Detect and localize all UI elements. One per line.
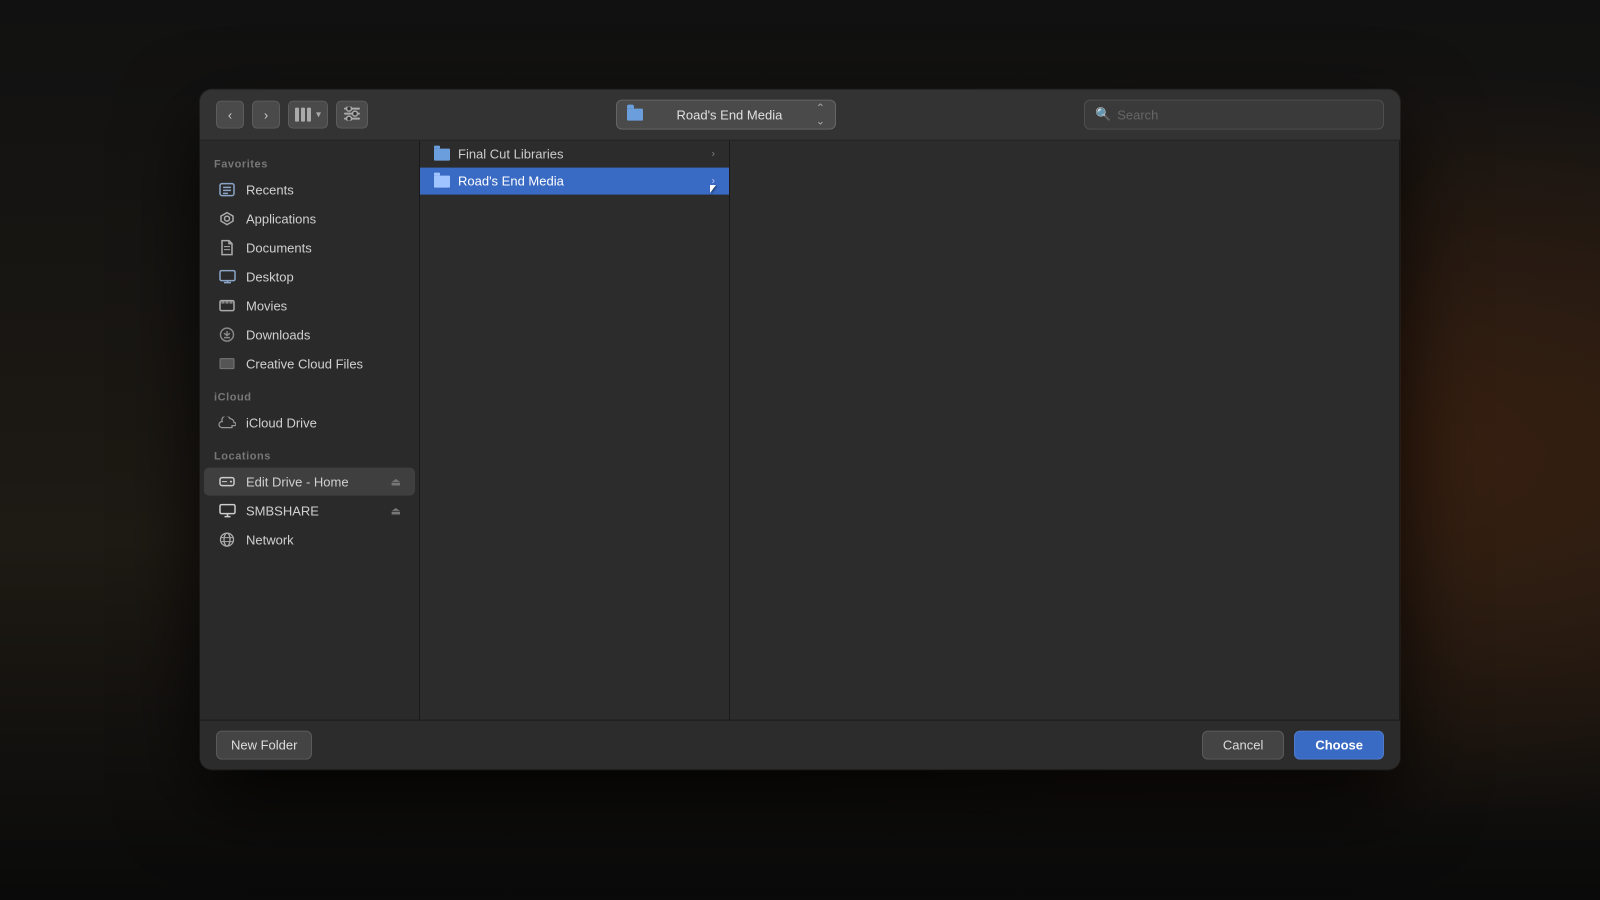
roads-end-folder-icon (434, 175, 450, 187)
sidebar-item-desktop-label: Desktop (246, 269, 401, 284)
favorites-section-label: Favorites (200, 153, 419, 175)
location-folder-icon (627, 109, 643, 121)
desktop-icon (218, 268, 236, 286)
sidebar-item-network-label: Network (246, 532, 401, 547)
file-item-final-cut[interactable]: Final Cut Libraries › (420, 141, 729, 168)
documents-icon (218, 239, 236, 257)
sidebar-item-recents[interactable]: Recents (204, 176, 415, 204)
toolbar: ‹ › ▾ (200, 90, 1400, 141)
sidebar-item-icloud-label: iCloud Drive (246, 415, 401, 430)
choose-button[interactable]: Choose (1294, 731, 1384, 760)
back-button[interactable]: ‹ (216, 101, 244, 129)
forward-icon: › (264, 107, 268, 122)
roads-end-arrow-icon: › (712, 176, 715, 187)
sidebar-item-downloads[interactable]: Downloads (204, 321, 415, 349)
location-title: Road's End Media (649, 107, 810, 122)
action-button[interactable] (336, 101, 368, 129)
sidebar-item-smbshare[interactable]: SMBSHARE ⏏ (204, 497, 415, 525)
icloud-icon (218, 414, 236, 432)
bottom-bar: New Folder Cancel Choose (200, 720, 1400, 770)
sidebar-item-downloads-label: Downloads (246, 327, 401, 342)
columns-view-icon (295, 108, 311, 122)
search-icon: 🔍 (1095, 107, 1111, 123)
sidebar-item-edit-drive[interactable]: Edit Drive - Home ⏏ (204, 468, 415, 496)
forward-button[interactable]: › (252, 101, 280, 129)
sidebar-item-recents-label: Recents (246, 182, 401, 197)
icloud-section-label: iCloud (200, 386, 419, 408)
downloads-icon (218, 326, 236, 344)
view-mode-button[interactable]: ▾ (288, 101, 328, 129)
hdd-icon (218, 473, 236, 491)
file-columns-area: Final Cut Libraries › Road's End Media › (420, 141, 1400, 720)
sidebar-item-documents[interactable]: Documents (204, 234, 415, 262)
sidebar-item-cc-label: Creative Cloud Files (246, 356, 401, 371)
roads-end-label: Road's End Media (458, 174, 564, 189)
sidebar-item-network[interactable]: Network (204, 526, 415, 554)
sidebar-item-icloud-drive[interactable]: iCloud Drive (204, 409, 415, 437)
location-chevron-icon: ⌃⌄ (816, 102, 825, 128)
eject-smbshare-icon[interactable]: ⏏ (391, 504, 401, 517)
file-picker-dialog: ‹ › ▾ (200, 90, 1400, 770)
final-cut-folder-icon (434, 148, 450, 160)
new-folder-button[interactable]: New Folder (216, 731, 312, 760)
movies-icon (218, 297, 236, 315)
file-column-2 (730, 141, 1400, 720)
network-icon (218, 531, 236, 549)
file-column-1: Final Cut Libraries › Road's End Media › (420, 141, 730, 720)
eject-edit-drive-icon[interactable]: ⏏ (391, 475, 401, 488)
file-item-roads-end[interactable]: Road's End Media › (420, 168, 729, 195)
sidebar-item-smbshare-label: SMBSHARE (246, 503, 381, 518)
recents-icon (218, 181, 236, 199)
sidebar-item-applications-label: Applications (246, 211, 401, 226)
search-input[interactable] (1117, 107, 1373, 122)
location-dropdown[interactable]: Road's End Media ⌃⌄ (616, 100, 836, 130)
sidebar-item-desktop[interactable]: Desktop (204, 263, 415, 291)
cancel-button[interactable]: Cancel (1202, 731, 1284, 760)
sidebar-item-creative-cloud[interactable]: Creative Cloud Files (204, 350, 415, 378)
dialog-body: Favorites Recents (200, 141, 1400, 720)
sidebar: Favorites Recents (200, 141, 420, 720)
back-icon: ‹ (228, 107, 232, 122)
applications-icon (218, 210, 236, 228)
action-icon (344, 106, 360, 123)
final-cut-arrow-icon: › (712, 149, 715, 160)
sidebar-item-applications[interactable]: Applications (204, 205, 415, 233)
locations-section-label: Locations (200, 445, 419, 467)
sidebar-item-edit-drive-label: Edit Drive - Home (246, 474, 381, 489)
sidebar-item-movies[interactable]: Movies (204, 292, 415, 320)
view-chevron-icon: ▾ (316, 109, 321, 120)
search-box: 🔍 (1084, 100, 1384, 130)
sidebar-item-documents-label: Documents (246, 240, 401, 255)
monitor-icon (218, 502, 236, 520)
final-cut-label: Final Cut Libraries (458, 147, 564, 162)
sidebar-item-movies-label: Movies (246, 298, 401, 313)
cc-icon (218, 355, 236, 373)
